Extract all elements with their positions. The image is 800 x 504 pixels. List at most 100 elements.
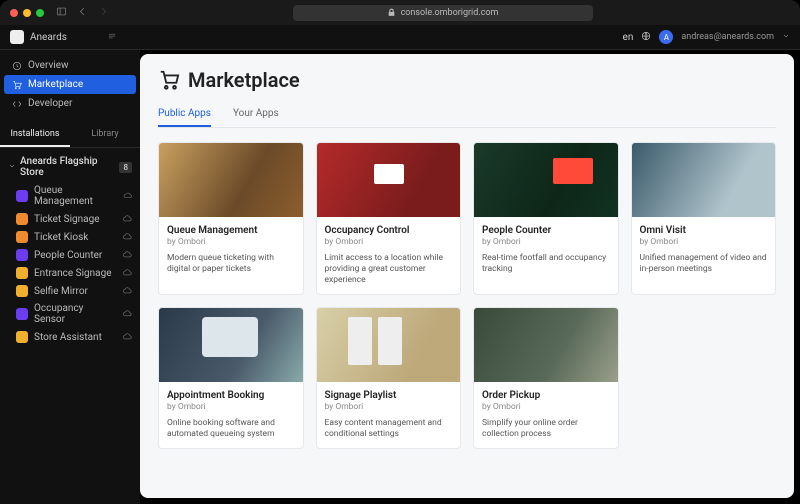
tree-item[interactable]: Store Assistant <box>2 328 138 346</box>
app-title: Omni Visit <box>640 225 768 236</box>
cloud-icon <box>122 268 132 278</box>
app-thumbnail <box>159 308 303 382</box>
tree-item[interactable]: Entrance Signage <box>2 264 138 282</box>
app-card[interactable]: Signage Playlistby OmboriEasy content ma… <box>316 307 462 449</box>
tree-item-label: People Counter <box>34 250 102 261</box>
app-thumbnail <box>474 143 618 217</box>
sidebar-tab-library[interactable]: Library <box>70 123 140 147</box>
app-thumbnail <box>317 308 461 382</box>
user-email[interactable]: andreas@aneards.com <box>681 32 774 42</box>
tree-item[interactable]: Selfie Mirror <box>2 282 138 300</box>
app-card[interactable]: Queue Managementby OmboriModern queue ti… <box>158 142 304 295</box>
code-icon <box>12 99 22 109</box>
minimize-window-icon[interactable] <box>23 9 31 17</box>
app-grid: Queue Managementby OmboriModern queue ti… <box>158 142 776 449</box>
primary-nav: Overview Marketplace Developer <box>0 50 140 119</box>
app-vendor: by Ombori <box>482 237 610 247</box>
nav-overview[interactable]: Overview <box>4 56 136 75</box>
cloud-icon <box>122 309 132 319</box>
tree-item-label: Queue Management <box>34 185 117 207</box>
tree-item[interactable]: Ticket Kiosk <box>2 228 138 246</box>
app-description: Simplify your online order collection pr… <box>482 418 610 440</box>
tab-your-apps[interactable]: Your Apps <box>233 102 279 127</box>
app-card[interactable]: People Counterby OmboriReal-time footfal… <box>473 142 619 295</box>
page-title-text: Marketplace <box>188 68 300 92</box>
tree-item-label: Ticket Kiosk <box>34 232 88 243</box>
avatar[interactable]: A <box>659 30 673 44</box>
tab-public-apps[interactable]: Public Apps <box>158 102 211 127</box>
clock-icon <box>12 61 22 71</box>
app-thumbnail <box>159 143 303 217</box>
cloud-icon <box>122 232 132 242</box>
app-title: Appointment Booking <box>167 390 295 401</box>
browser-chrome: console.omborigrid.com <box>0 0 800 25</box>
app-card-body: Occupancy Controlby OmboriLimit access t… <box>317 217 461 294</box>
app-title: Queue Management <box>167 225 295 236</box>
app-vendor: by Ombori <box>482 402 610 412</box>
nav-developer[interactable]: Developer <box>4 94 136 113</box>
app-title: Order Pickup <box>482 390 610 401</box>
app-description: Online booking software and automated qu… <box>167 418 295 440</box>
workspace-name[interactable]: Aneards <box>30 32 67 43</box>
cloud-icon <box>122 214 132 224</box>
app-vendor: by Ombori <box>167 402 295 412</box>
app-card-body: Signage Playlistby OmboriEasy content ma… <box>317 382 461 448</box>
sidebar-tabs: Installations Library <box>0 123 140 148</box>
app-card[interactable]: Omni Visitby OmboriUnified management of… <box>631 142 777 295</box>
main-content: Marketplace Public Apps Your Apps Queue … <box>140 54 794 498</box>
maximize-window-icon[interactable] <box>36 9 44 17</box>
app-card[interactable]: Occupancy Controlby OmboriLimit access t… <box>316 142 462 295</box>
app-card[interactable]: Order Pickupby Ombori Simplify your onlin… <box>473 307 619 449</box>
chevron-down-icon[interactable] <box>782 32 790 43</box>
sidebar: Overview Marketplace Developer Installat… <box>0 50 140 504</box>
app-icon <box>16 190 28 202</box>
tree-item[interactable]: Ticket Signage <box>2 210 138 228</box>
tree-item-label: Entrance Signage <box>34 268 112 279</box>
tree-item[interactable]: Queue Management <box>2 182 138 210</box>
tree-item-label: Store Assistant <box>34 332 102 343</box>
app-vendor: by Ombori <box>167 237 295 247</box>
app-icon <box>16 308 28 320</box>
tree-item[interactable]: Occupancy Sensor <box>2 300 138 328</box>
settings-icon[interactable] <box>107 31 117 44</box>
cart-icon <box>12 80 22 90</box>
app-icon <box>16 285 28 297</box>
app-card[interactable]: Appointment Bookingby Ombori Online booki… <box>158 307 304 449</box>
app-icon <box>16 213 28 225</box>
sidebar-toggle-icon[interactable] <box>56 6 67 20</box>
app-description: Limit access to a location while providi… <box>325 253 453 286</box>
app-card-body: Appointment Bookingby Ombori Online booki… <box>159 382 303 448</box>
window-controls[interactable] <box>10 9 44 17</box>
tree-root[interactable]: Aneards Flagship Store 8 <box>2 152 138 182</box>
marketplace-tabs: Public Apps Your Apps <box>158 102 776 128</box>
chevron-down-icon <box>8 162 16 173</box>
page-title: Marketplace <box>158 68 776 92</box>
app-card-body: People Counterby OmboriReal-time footfal… <box>474 217 618 283</box>
app-vendor: by Ombori <box>325 237 453 247</box>
tree-item-label: Occupancy Sensor <box>34 303 116 325</box>
url-bar[interactable]: console.omborigrid.com <box>293 5 593 21</box>
install-tree: Aneards Flagship Store 8 Queue Managemen… <box>0 148 140 350</box>
workspace-icon[interactable] <box>10 30 24 44</box>
app-card-body: Queue Managementby OmboriModern queue ti… <box>159 217 303 283</box>
app-description: Real-time footfall and occupancy trackin… <box>482 253 610 275</box>
nav-marketplace-label: Marketplace <box>28 79 83 90</box>
close-window-icon[interactable] <box>10 9 18 17</box>
tree-item[interactable]: People Counter <box>2 246 138 264</box>
nav-marketplace[interactable]: Marketplace <box>4 75 136 94</box>
app-thumbnail <box>317 143 461 217</box>
globe-icon[interactable] <box>641 31 651 44</box>
tree-count-badge: 8 <box>119 162 132 173</box>
nav-developer-label: Developer <box>28 98 72 109</box>
language-label[interactable]: en <box>623 32 634 43</box>
forward-icon[interactable] <box>98 6 109 20</box>
app-card-body: Omni Visitby OmboriUnified management of… <box>632 217 776 283</box>
app-thumbnail <box>474 308 618 382</box>
back-icon[interactable] <box>77 6 88 20</box>
sidebar-tab-installations[interactable]: Installations <box>0 123 70 147</box>
cart-icon <box>158 69 180 91</box>
app-vendor: by Ombori <box>640 237 768 247</box>
tree-item-label: Selfie Mirror <box>34 286 88 297</box>
cloud-icon <box>123 191 132 201</box>
app-title: Signage Playlist <box>325 390 453 401</box>
